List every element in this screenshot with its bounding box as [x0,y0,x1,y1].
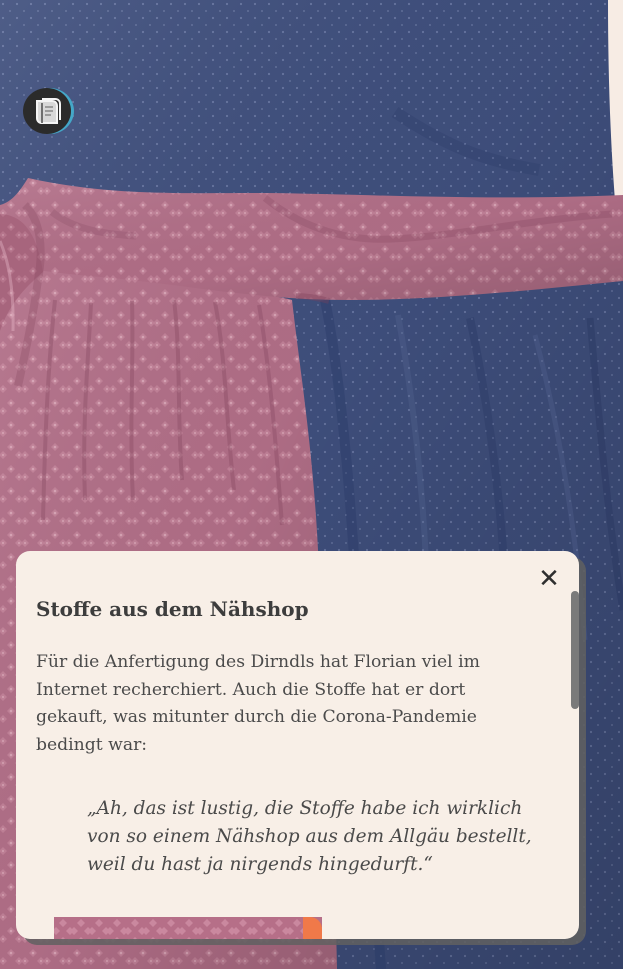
close-icon[interactable]: ✕ [537,566,561,592]
panel-title: Stoffe aus dem Nähshop [36,597,309,621]
fabric-thumbnail [54,917,322,939]
orange-accent-tab [303,917,322,939]
story-screen: ✕ Stoffe aus dem Nähshop Für die Anferti… [0,0,623,969]
panel-body-text: Für die Anfertigung des Dirndls hat Flor… [36,652,480,755]
panel-scrollbar[interactable] [571,591,579,709]
book-icon[interactable] [23,88,71,134]
info-panel: ✕ Stoffe aus dem Nähshop Für die Anferti… [16,551,579,939]
panel-quote: „Ah, das ist lustig, die Stoffe habe ich… [87,798,532,875]
